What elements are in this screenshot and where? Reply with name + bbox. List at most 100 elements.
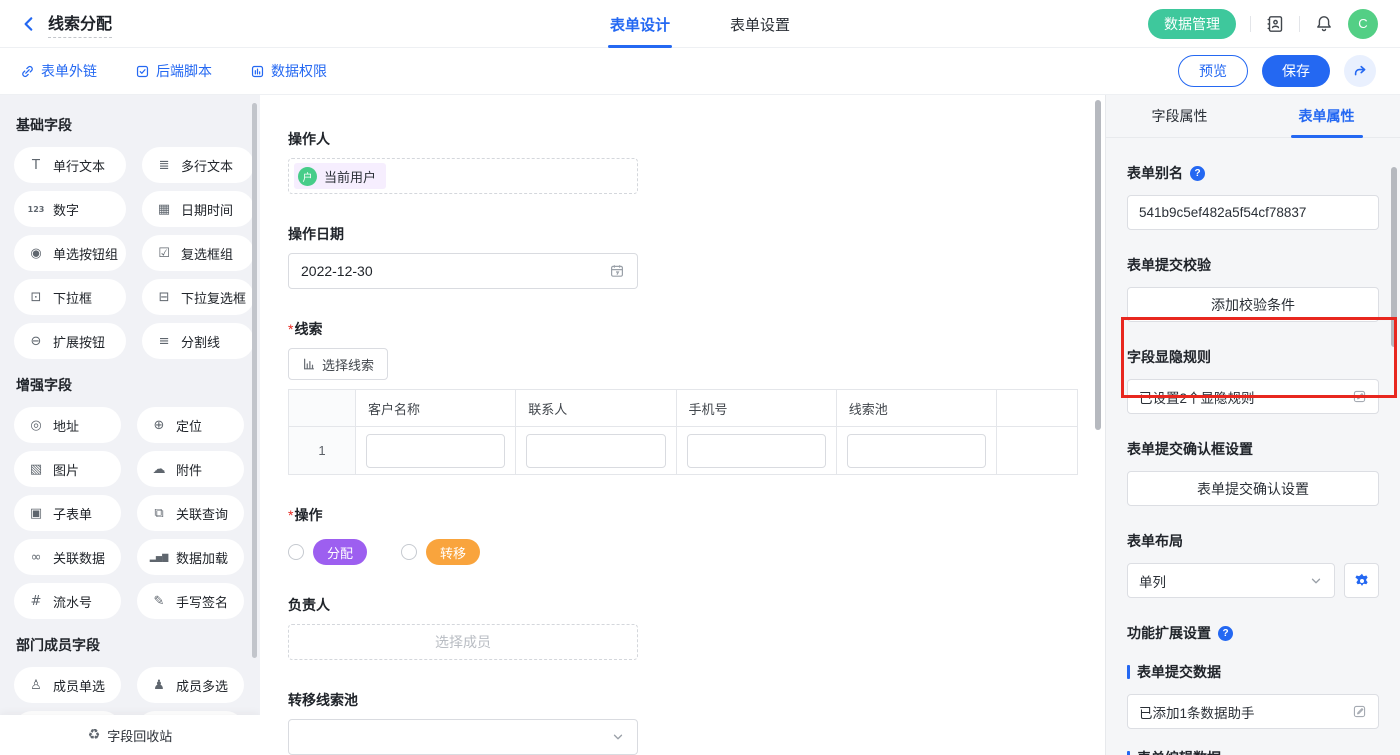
edit-data-subheader: 表单编辑数据 (1127, 748, 1379, 755)
field-recycle-bin[interactable]: ♻ 字段回收站 (0, 715, 260, 755)
header-tab[interactable]: 表单设置 (730, 0, 790, 48)
radio-option-transfer[interactable]: 转移 (401, 539, 480, 565)
sidebar-section-title: 增强字段 (16, 375, 244, 395)
field-item-label: 扩展按钮 (53, 332, 105, 351)
form-canvas: 操作人 户 当前用户 操作日期 2022-12-30 *线索 (260, 95, 1105, 755)
field-palette-item[interactable]: ◉ 单选按钮组 (14, 235, 126, 271)
table-column-header: 联系人 (516, 390, 676, 427)
field-palette-item[interactable]: ⊟ 下拉复选框 (142, 279, 254, 315)
field-palette-item[interactable]: ▧ 图片 (14, 451, 121, 487)
field-palette-item[interactable]: ◎ 地址 (14, 407, 121, 443)
tab-field-properties[interactable]: 字段属性 (1106, 95, 1253, 137)
layout-settings-button[interactable] (1344, 563, 1379, 598)
edit-icon[interactable] (1352, 389, 1367, 404)
header-tab[interactable]: 表单设计 (610, 0, 670, 48)
help-icon[interactable]: ? (1218, 626, 1233, 641)
table-cell-input[interactable] (687, 434, 826, 468)
submit-data-box[interactable]: 已添加1条数据助手 (1127, 694, 1379, 729)
field-type-icon: ▦ (154, 202, 174, 217)
clue-table-body-row: 1 (289, 427, 1078, 475)
required-star: * (288, 321, 293, 337)
field-palette-item[interactable]: ♙ 成员单选 (14, 667, 121, 703)
field-palette-item[interactable]: T 单行文本 (14, 147, 126, 183)
help-icon[interactable]: ? (1190, 166, 1205, 181)
field-palette-item[interactable]: ▂▅▇ 数据加载 (137, 539, 244, 575)
field-palette-item[interactable]: ⧉ 关联查询 (137, 495, 244, 531)
field-palette-item[interactable]: ☁ 附件 (137, 451, 244, 487)
contacts-book-icon[interactable] (1265, 14, 1285, 34)
date-value: 2022-12-30 (301, 263, 373, 279)
link-label: 数据权限 (271, 61, 327, 81)
preview-button[interactable]: 预览 (1178, 55, 1248, 87)
field-palette-item[interactable]: ≡ 分割线 (142, 323, 254, 359)
save-button[interactable]: 保存 (1262, 55, 1330, 87)
operator-value-box[interactable]: 户 当前用户 (288, 158, 638, 194)
edit-icon[interactable] (1352, 704, 1367, 719)
submit-confirm-button[interactable]: 表单提交确认设置 (1127, 471, 1379, 506)
field-palette-item[interactable]: ≣ 多行文本 (142, 147, 254, 183)
avatar[interactable]: C (1348, 9, 1378, 39)
field-palette-item[interactable]: ⊡ 下拉框 (14, 279, 126, 315)
select-clue-button[interactable]: 选择线索 (288, 348, 388, 380)
main-body: 基础字段 T 单行文本 ≣ 多行文本 123 数字 ▦ 日期时间 ◉ 单选按钮组… (0, 95, 1400, 755)
sidebar-scrollbar[interactable] (252, 103, 257, 658)
field-operator[interactable]: 操作人 户 当前用户 (288, 129, 1105, 194)
radio-option-assign[interactable]: 分配 (288, 539, 367, 565)
field-palette-item[interactable]: ∞ 关联数据 (14, 539, 121, 575)
field-palette-item[interactable]: ♟ 成员多选 (137, 667, 244, 703)
field-type-icon: ▂▅▇ (149, 553, 169, 562)
data-manage-button[interactable]: 数据管理 (1148, 9, 1236, 39)
panel-content: 表单别名 ? 541b9c5ef482a5f54cf78837 表单提交校验 添… (1106, 163, 1400, 755)
date-input[interactable]: 2022-12-30 (288, 253, 638, 289)
field-palette-item[interactable]: # 流水号 (14, 583, 121, 619)
data-permission-link[interactable]: 数据权限 (250, 61, 327, 81)
link-label: 后端脚本 (156, 61, 212, 81)
field-palette-item[interactable]: ✎ 手写签名 (137, 583, 244, 619)
form-alias-input[interactable]: 541b9c5ef482a5f54cf78837 (1127, 195, 1379, 230)
canvas-scrollbar[interactable] (1095, 100, 1101, 430)
field-item-label: 数字 (53, 200, 79, 219)
data-permission-icon (250, 64, 265, 79)
notification-bell-icon[interactable] (1314, 14, 1334, 34)
select-member-box[interactable]: 选择成员 (288, 624, 638, 660)
script-icon (135, 64, 150, 79)
field-transfer-pool[interactable]: 转移线索池 (288, 690, 1105, 755)
field-clue[interactable]: *线索 选择线索 客户名称联系人手机号线索池 1 (288, 319, 1105, 475)
field-palette-item[interactable]: ⊕ 定位 (137, 407, 244, 443)
table-cell-input[interactable] (847, 434, 986, 468)
field-item-label: 成员单选 (53, 676, 105, 695)
submit-data-subheader: 表单提交数据 (1127, 662, 1379, 682)
table-cell-input[interactable] (366, 434, 505, 468)
table-trailing-cell (997, 427, 1078, 475)
field-palette-item[interactable]: 123 数字 (14, 191, 126, 227)
table-cell-input[interactable] (526, 434, 665, 468)
divider (1250, 16, 1251, 32)
field-operate-date[interactable]: 操作日期 2022-12-30 (288, 224, 1105, 289)
field-palette-item[interactable]: ☑ 复选框组 (142, 235, 254, 271)
field-type-icon: ▣ (26, 506, 46, 521)
panel-scrollbar[interactable] (1391, 167, 1397, 347)
field-owner[interactable]: 负责人 选择成员 (288, 595, 1105, 660)
calendar-icon (609, 263, 625, 279)
field-palette-item[interactable]: ▦ 日期时间 (142, 191, 254, 227)
tab-form-properties[interactable]: 表单属性 (1253, 95, 1400, 137)
section-label: 表单提交校验 (1127, 255, 1379, 275)
field-item-label: 子表单 (53, 504, 92, 523)
field-type-icon: ≡ (154, 334, 174, 349)
field-palette-item[interactable]: ▣ 子表单 (14, 495, 121, 531)
transfer-pool-select[interactable] (288, 719, 638, 755)
share-button[interactable] (1344, 55, 1376, 87)
visibility-rules-box[interactable]: 已设置2个显隐规则 (1127, 379, 1379, 414)
form-layout-select[interactable]: 单列 (1127, 563, 1335, 598)
section-label: 功能扩展设置 (1127, 623, 1211, 643)
form-external-link[interactable]: 表单外链 (20, 61, 97, 81)
field-operation[interactable]: *操作 分配 转移 (288, 505, 1105, 565)
sidebar-sections: 基础字段 T 单行文本 ≣ 多行文本 123 数字 ▦ 日期时间 ◉ 单选按钮组… (0, 95, 260, 747)
field-label: 操作日期 (288, 224, 1105, 244)
back-button[interactable] (20, 15, 38, 33)
add-validation-button[interactable]: 添加校验条件 (1127, 287, 1379, 322)
field-palette-item[interactable]: ⊖ 扩展按钮 (14, 323, 126, 359)
header-tabs: 表单设计 表单设置 (610, 0, 790, 48)
header-tab-label: 表单设计 (610, 14, 670, 35)
backend-script-link[interactable]: 后端脚本 (135, 61, 212, 81)
